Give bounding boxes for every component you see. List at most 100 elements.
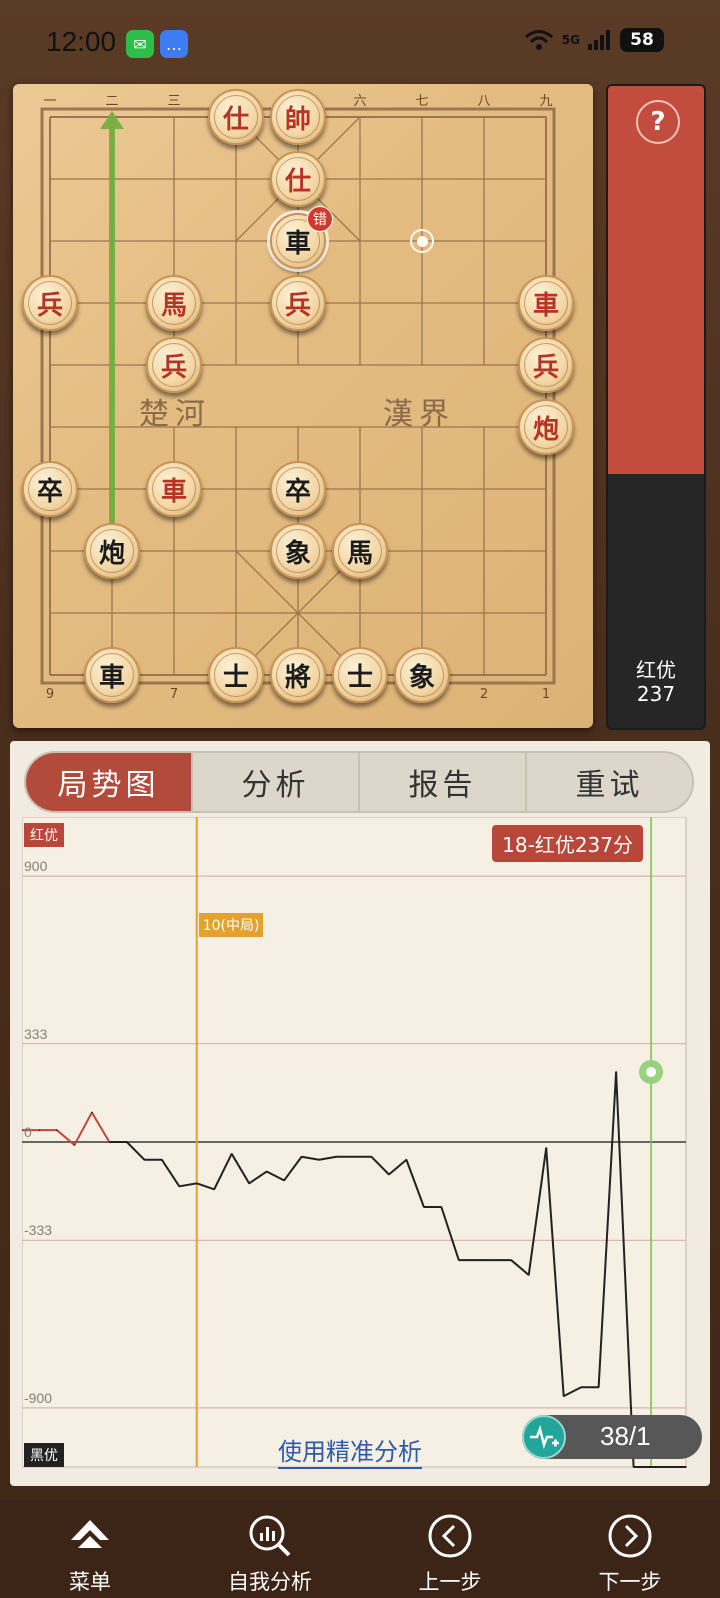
evaluation-bar: ? 红优 237	[606, 84, 706, 730]
black-piece[interactable]: 士	[332, 647, 388, 703]
situation-chart[interactable]: 红优 黑优 18-红优237分 10(中局) 900 333 0 -333 -900 使…	[21, 816, 702, 1473]
file-label-top: 八	[477, 94, 491, 109]
file-label-top: 九	[539, 94, 553, 109]
file-label-top: 三	[167, 94, 181, 109]
data-point	[492, 1259, 495, 1261]
data-point	[335, 1155, 338, 1158]
chart-top-label: 红优	[24, 823, 64, 847]
data-point	[440, 1206, 443, 1208]
data-point	[685, 1466, 687, 1468]
tab-report[interactable]: 报告	[360, 753, 527, 811]
black-piece[interactable]: 象	[270, 523, 326, 579]
data-point	[108, 1141, 111, 1143]
y-tick-label: 900	[24, 858, 48, 875]
file-label-top: 六	[353, 94, 367, 109]
self-analysis-label: 自我分析	[228, 1570, 312, 1594]
red-piece[interactable]: 兵	[146, 337, 202, 393]
river-left-text: 楚河	[139, 397, 211, 432]
precise-analysis-link[interactable]: 使用精准分析	[278, 1432, 422, 1469]
data-point	[388, 1173, 390, 1176]
black-piece[interactable]: 將	[270, 647, 326, 703]
y-tick-label: 0	[24, 1124, 32, 1140]
data-point	[56, 1129, 58, 1131]
next-step-button[interactable]: 下一步	[540, 1500, 720, 1598]
data-point	[423, 1206, 425, 1208]
data-point	[527, 1274, 530, 1276]
self-analysis-button[interactable]: 自我分析	[180, 1500, 360, 1598]
black-piece[interactable]: 車	[84, 647, 140, 703]
data-point	[458, 1259, 460, 1261]
chart-score-badge: 18-红优237分	[492, 825, 643, 862]
data-point	[580, 1386, 582, 1389]
red-piece[interactable]: 兵	[270, 275, 326, 331]
data-point	[126, 1141, 128, 1143]
red-piece[interactable]: 兵	[22, 275, 78, 331]
bottom-nav: 菜单 自我分析 上一步 下一步	[0, 1500, 720, 1598]
data-point	[318, 1158, 320, 1161]
chess-board[interactable]: 一二三四五六七八九 987654321 楚河 漢界 仕帥仕車错兵馬兵車兵兵炮卒車…	[13, 84, 593, 728]
data-point	[265, 1170, 268, 1173]
prev-step-button[interactable]: 上一步	[360, 1500, 540, 1598]
help-button[interactable]: ?	[636, 100, 680, 144]
data-point	[73, 1144, 76, 1146]
y-tick-label: -333	[24, 1222, 53, 1239]
wechat-icon: ✉	[126, 30, 154, 58]
phase-marker-label: 10(中局)	[198, 913, 264, 937]
file-label-top: 七	[415, 94, 429, 109]
data-point	[195, 1182, 198, 1185]
black-piece[interactable]: 象	[394, 647, 450, 703]
data-point	[230, 1153, 233, 1155]
data-point	[283, 1179, 285, 1182]
data-point	[545, 1147, 548, 1149]
y-tick-label: 333	[24, 1025, 48, 1042]
data-point	[38, 1129, 41, 1131]
black-piece[interactable]: 士	[208, 647, 264, 703]
menu-button[interactable]: 菜单	[0, 1500, 180, 1598]
red-piece[interactable]: 車	[146, 461, 202, 517]
evaluation-label: 红优	[636, 658, 676, 682]
tab-analysis[interactable]: 分析	[193, 753, 360, 811]
move-counter[interactable]: 38/1	[522, 1415, 702, 1459]
move-target-marker[interactable]	[410, 229, 434, 253]
file-label-bottom: 2	[479, 687, 489, 702]
red-piece[interactable]: 帥	[270, 89, 326, 145]
data-point	[475, 1259, 478, 1261]
y-tick-label: -900	[24, 1389, 53, 1406]
data-point	[300, 1155, 303, 1158]
red-piece[interactable]: 兵	[518, 337, 574, 393]
file-label-top: 二	[105, 94, 119, 109]
tab-situation-chart[interactable]: 局势图	[26, 753, 193, 811]
black-piece[interactable]: 炮	[84, 523, 140, 579]
evaluation-score: 237	[636, 682, 676, 706]
red-piece[interactable]: 車	[518, 275, 574, 331]
red-piece[interactable]: 仕	[208, 89, 264, 145]
data-point	[178, 1185, 181, 1188]
file-label-bottom: 9	[45, 687, 55, 702]
status-indicators: 5G 58	[524, 28, 664, 52]
error-badge: 错	[307, 206, 333, 232]
tab-retry[interactable]: 重试	[527, 753, 692, 811]
wifi-icon	[524, 30, 553, 50]
menu-label: 菜单	[69, 1570, 111, 1594]
data-point	[213, 1188, 216, 1191]
black-piece[interactable]: 卒	[22, 461, 78, 517]
black-piece[interactable]: 馬	[332, 523, 388, 579]
prev-step-icon	[426, 1512, 474, 1560]
chart-plot	[21, 816, 687, 1468]
data-point	[370, 1155, 373, 1158]
network-label: 5G	[561, 33, 580, 47]
analysis-panel: 局势图 分析 报告 重试 红优 黑优 18-红优237分 10(中局) 900 3…	[10, 741, 710, 1486]
red-piece[interactable]: 馬	[146, 275, 202, 331]
next-step-label: 下一步	[598, 1570, 662, 1594]
prev-step-label: 上一步	[418, 1570, 482, 1594]
battery-icon: 58	[620, 28, 664, 52]
pulse-add-icon[interactable]	[522, 1415, 566, 1459]
file-label-bottom: 1	[541, 687, 551, 702]
red-piece[interactable]: 炮	[518, 399, 574, 455]
red-piece[interactable]: 仕	[270, 151, 326, 207]
data-point	[510, 1259, 513, 1261]
self-analysis-icon	[246, 1512, 294, 1560]
black-piece[interactable]: 卒	[270, 461, 326, 517]
next-step-icon	[606, 1512, 654, 1560]
chart-bottom-label: 黑优	[24, 1443, 64, 1467]
